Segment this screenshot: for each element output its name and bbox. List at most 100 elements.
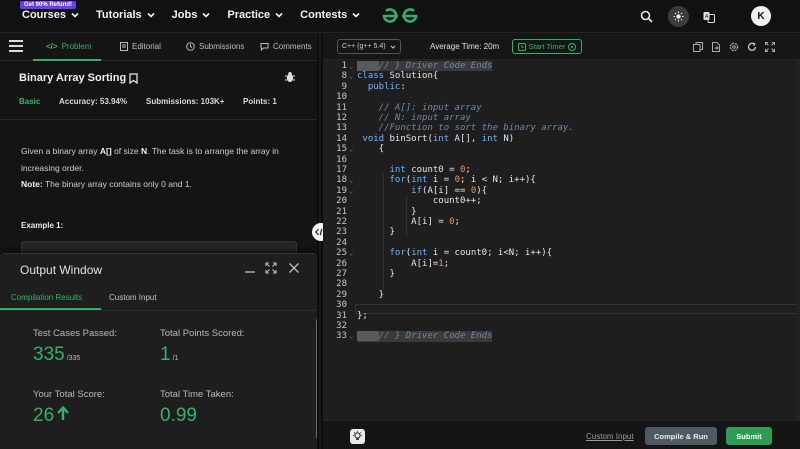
code-line[interactable]: 1 ⌄ ____// } Driver Code Ends (323, 61, 800, 72)
points-stat: Points: 1 (243, 97, 277, 106)
code-line[interactable]: 31}; (323, 311, 800, 321)
problem-title-text: Binary Array Sorting (19, 72, 127, 84)
divider (0, 310, 317, 311)
output-window-title: Output Window (20, 263, 103, 277)
expand-icon[interactable] (265, 262, 277, 274)
nav-contests[interactable]: Contests (300, 9, 361, 21)
test-cases-value: 335/335 (33, 344, 81, 365)
code-line[interactable]: 22 A[i] = 0; (323, 217, 800, 227)
code-line[interactable]: 20 count0++; (323, 196, 800, 206)
nav-label: Practice (227, 9, 271, 21)
document-icon (120, 42, 128, 51)
theme-toggle-sun-icon[interactable] (668, 6, 689, 27)
tab-custom-input[interactable]: Custom Input (109, 293, 157, 302)
code-line[interactable]: 32 (323, 321, 800, 331)
translate-icon[interactable]: A (700, 8, 717, 25)
minimize-icon[interactable] (244, 262, 256, 274)
code-line[interactable]: 27 } (323, 269, 800, 279)
code-line[interactable]: 15 ⌄ { (323, 144, 800, 154)
code-editor-panel: C++ (g++ 5.4) Average Time: 20m Start Ti… (323, 34, 800, 449)
close-icon[interactable] (288, 262, 300, 274)
line-number: 19 (336, 185, 347, 196)
code-line[interactable]: 17 int count0 = 0; (323, 165, 800, 175)
code-line[interactable]: 18 ⌄ for(int i = 0; i < N; i++){ (323, 175, 800, 185)
tab-label: Editorial (132, 42, 161, 51)
code-text: count0++; (357, 196, 482, 207)
tab-editorial[interactable]: Editorial (120, 42, 161, 51)
code-line[interactable]: 10 (323, 92, 800, 102)
code-line[interactable]: 29 } (323, 290, 800, 300)
nav-jobs[interactable]: Jobs (172, 9, 212, 21)
code-text: } (357, 269, 395, 279)
code-line[interactable]: 14 void binSort(int A[], int N) (323, 134, 800, 144)
fold-chevron-icon[interactable]: ⌄ (349, 61, 353, 71)
code-text: }; (357, 310, 368, 321)
code-line[interactable]: 21 } (323, 207, 800, 217)
scrollbar[interactable] (796, 60, 800, 420)
custom-input-link[interactable]: Custom Input (586, 432, 634, 441)
compile-run-button[interactable]: Compile & Run (645, 427, 717, 445)
score-value: 26 (33, 405, 70, 427)
tab-submissions[interactable]: Submissions (186, 42, 244, 51)
settings-icon[interactable] (729, 42, 739, 52)
nav-practice[interactable]: Practice (227, 9, 284, 21)
problem-tabs: </> Problem Editorial Submissions Comment… (0, 34, 317, 61)
code-area[interactable]: 1 ⌄ ____// } Driver Code Ends 8 ⌄ class Solut… (323, 60, 800, 420)
code-text: A[i] = 0; (357, 217, 460, 227)
line-number: 25 (336, 248, 347, 259)
refund-promo-badge[interactable]: Get 90% Refund! (20, 1, 77, 9)
fold-chevron-icon[interactable]: ⌄ (349, 186, 353, 196)
avatar[interactable]: K (751, 6, 771, 26)
tab-problem[interactable]: </> Problem (46, 42, 91, 51)
code-line[interactable]: 24 (323, 238, 800, 248)
nav-tutorials[interactable]: Tutorials (96, 9, 156, 21)
code-line[interactable]: 33 ⌄ ____// } Driver Code Ends (323, 331, 800, 342)
code-text: // A[]: input array (357, 102, 482, 113)
line-number: 33 (336, 331, 347, 342)
tab-comments[interactable]: Comments (260, 42, 312, 51)
code-line[interactable]: 26 A[i]=1; (323, 259, 800, 269)
start-timer-button[interactable]: Start Timer (512, 39, 582, 54)
fold-chevron-icon[interactable]: ⌄ (349, 71, 353, 81)
fullscreen-icon[interactable] (765, 42, 775, 52)
nav-label: Contests (300, 9, 348, 21)
submit-button[interactable]: Submit (726, 427, 772, 445)
code-line[interactable]: 9 public: (323, 82, 800, 92)
fold-chevron-icon[interactable]: ⌄ (349, 144, 353, 154)
copy-icon[interactable] (693, 42, 703, 52)
menu-icon[interactable] (9, 40, 23, 52)
reset-icon[interactable] (747, 42, 757, 52)
line-number: 8 (341, 71, 347, 82)
line-number: 21 (336, 206, 347, 217)
file-import-icon[interactable] (711, 42, 721, 52)
tab-compilation-results[interactable]: Compilation Results (11, 293, 82, 302)
nav-courses[interactable]: Courses (22, 9, 80, 21)
line-number: 1 (341, 61, 347, 71)
code-line[interactable]: 19 ⌄ if(A[i] == 0){ (323, 186, 800, 196)
code-line[interactable]: 25 ⌄ for(int i = count0; i<N; i++){ (323, 248, 800, 258)
bookmark-icon[interactable] (129, 72, 138, 84)
fold-chevron-icon[interactable]: ⌄ (349, 175, 353, 185)
code-line[interactable]: 16 (323, 155, 800, 165)
chevron-down-icon (71, 12, 79, 18)
bug-report-icon[interactable] (284, 71, 296, 83)
code-line[interactable]: 23 } (323, 227, 800, 237)
code-line[interactable]: 30 (323, 300, 800, 310)
code-line[interactable]: 13 //Function to sort the binary array. (323, 123, 800, 133)
lightbulb-hint-icon[interactable] (350, 429, 365, 444)
code-text: if(A[i] == 0){ (357, 185, 488, 196)
code-line[interactable]: 8 ⌄ class Solution{ (323, 71, 800, 81)
language-select[interactable]: C++ (g++ 5.4) (337, 39, 401, 54)
fold-chevron-icon[interactable]: ⌄ (349, 331, 353, 341)
divider (0, 119, 317, 120)
line-number: 11 (336, 102, 347, 113)
code-text: } (357, 206, 417, 217)
fold-chevron-icon[interactable]: ⌄ (349, 248, 353, 258)
code-line[interactable]: 12 // N: input array (323, 113, 800, 123)
time-label: Total Time Taken: (160, 389, 234, 400)
search-icon[interactable] (638, 8, 655, 25)
code-line[interactable]: 28 (323, 279, 800, 289)
accuracy-stat: Accuracy: 53.94% (59, 97, 128, 106)
gfg-logo[interactable] (380, 6, 420, 26)
code-line[interactable]: 11 // A[]: input array (323, 103, 800, 113)
